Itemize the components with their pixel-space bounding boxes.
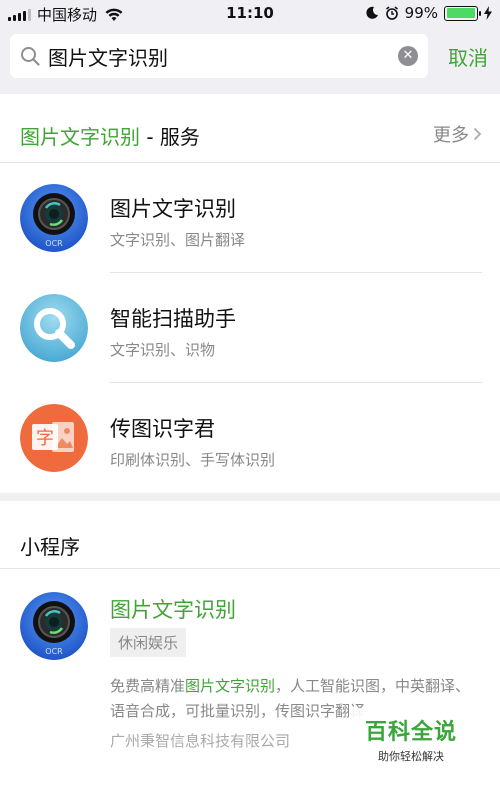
charging-icon bbox=[484, 6, 492, 20]
svg-text:OCR: OCR bbox=[45, 239, 63, 248]
service-title: 传图识字君 bbox=[110, 417, 215, 441]
watermark-title: 百科全说 bbox=[364, 720, 457, 745]
mini-programs-header: 小程序 bbox=[0, 501, 500, 569]
alarm-icon bbox=[385, 6, 398, 20]
svg-text:字: 字 bbox=[36, 428, 54, 449]
service-subtitle: 印刷体识别、手写体识别 bbox=[110, 451, 276, 469]
services-title-highlight: 图片文字识别 bbox=[20, 125, 140, 149]
services-title-suffix: - 服务 bbox=[140, 125, 200, 149]
service-item-ocr[interactable]: OCR 图片文字识别 文字识别、图片翻译 bbox=[0, 163, 500, 273]
watermark-logo: 百科全说 助你轻松解决 bbox=[350, 708, 472, 770]
more-label: 更多 bbox=[433, 125, 469, 146]
battery-icon bbox=[444, 5, 481, 21]
battery-percent: 99% bbox=[404, 4, 438, 22]
services-header: 图片文字识别 - 服务 更多 bbox=[0, 95, 500, 163]
mini-programs-title: 小程序 bbox=[20, 535, 80, 559]
ocr-camera-icon: OCR bbox=[20, 184, 88, 252]
battery-level bbox=[446, 8, 476, 18]
status-bar: 中国移动 11:10 99% bbox=[0, 0, 500, 28]
svg-text:OCR: OCR bbox=[45, 647, 63, 656]
status-right: 99% bbox=[365, 4, 492, 22]
more-services-link[interactable]: 更多 bbox=[433, 121, 482, 147]
services-title: 图片文字识别 - 服务 bbox=[20, 121, 200, 150]
mini-program-name: 图片文字识别 bbox=[110, 598, 236, 622]
service-title: 图片文字识别 bbox=[110, 197, 236, 221]
desc-pre: 免费高精准 bbox=[110, 677, 186, 695]
search-icon bbox=[21, 47, 40, 66]
service-subtitle: 文字识别、识物 bbox=[110, 341, 216, 359]
service-title: 智能扫描助手 bbox=[110, 307, 236, 331]
cancel-button[interactable]: 取消 bbox=[448, 42, 488, 71]
search-header: ✕ 取消 bbox=[0, 28, 500, 94]
watermark-subtitle: 助你轻松解决 bbox=[378, 750, 444, 763]
category-tag: 休闲娱乐 bbox=[110, 628, 187, 657]
ocr-camera-icon: OCR bbox=[20, 592, 88, 660]
chevron-right-icon bbox=[473, 127, 482, 141]
character-image-icon: 字 bbox=[20, 404, 88, 472]
company-name: 广州秉智信息科技有限公司 bbox=[110, 732, 291, 750]
service-item-scan[interactable]: 智能扫描助手 文字识别、识物 bbox=[0, 273, 500, 383]
desc-highlight: 图片文字识别 bbox=[185, 677, 276, 695]
moon-icon bbox=[366, 6, 378, 19]
clear-search-icon[interactable]: ✕ bbox=[398, 46, 418, 66]
service-item-char-recognition[interactable]: 字 传图识字君 印刷体识别、手写体识别 bbox=[0, 383, 500, 493]
section-separator bbox=[0, 493, 500, 501]
search-box[interactable]: ✕ bbox=[10, 34, 428, 78]
search-input[interactable] bbox=[48, 44, 378, 68]
magnifier-icon bbox=[20, 294, 88, 362]
service-subtitle: 文字识别、图片翻译 bbox=[110, 231, 246, 249]
